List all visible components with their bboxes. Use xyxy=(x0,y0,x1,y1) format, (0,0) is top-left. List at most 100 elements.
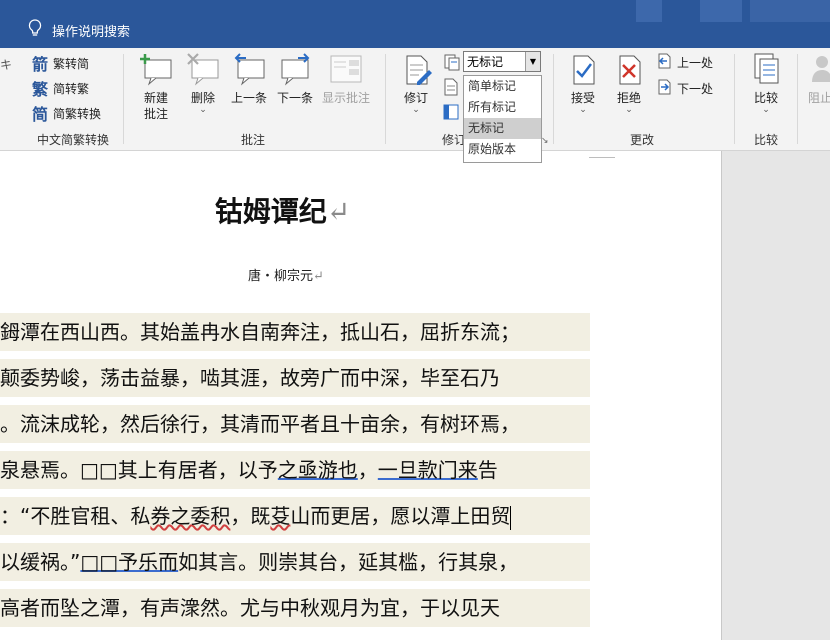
previous-comment-icon xyxy=(232,52,266,86)
block-authors-label: 阻止 xyxy=(808,91,830,105)
track-changes-button[interactable]: 修订 ⌄ xyxy=(396,52,436,115)
document-title[interactable]: 钴姆谭纪↵ xyxy=(0,190,565,230)
markup-option-original[interactable]: 原始版本 xyxy=(464,139,541,160)
paragraph-mark-icon: ↵ xyxy=(313,269,324,284)
show-comments-icon xyxy=(329,52,363,86)
accept-change-button[interactable]: 接受 ⌄ xyxy=(563,52,603,115)
body-text: 告 xyxy=(477,458,498,482)
document-author-text: 唐・柳宗元 xyxy=(248,269,314,284)
body-text: 如其言。则崇其台，延其槛，行其泉， xyxy=(178,550,519,574)
trad-to-simp-label: 繁转简 xyxy=(53,56,90,71)
accept-icon xyxy=(566,52,600,86)
previous-change-button[interactable]: 上一处 xyxy=(656,52,713,72)
next-change-icon xyxy=(656,79,672,98)
body-line[interactable]: 高者而坠之潭，有声潨然。尤与中秋观月为宜，于以见天 xyxy=(0,589,590,627)
tracked-insertion: □□予乐而 xyxy=(80,550,179,574)
body-line[interactable]: 以缓祸。”□□予乐而如其言。则崇其台，延其槛，行其泉， xyxy=(0,543,590,581)
body-text: 颠委势峻，荡击益暴，啮其涯，故旁广而中深，毕至石乃 xyxy=(0,366,500,390)
chevron-down-icon: ⌄ xyxy=(625,105,633,115)
body-text: 以缓祸。” xyxy=(0,550,81,574)
reject-change-button[interactable]: 拒绝 ⌄ xyxy=(609,52,649,115)
title-bar: 操作说明搜索 xyxy=(0,0,830,48)
previous-change-icon xyxy=(656,53,672,72)
paragraph-mark-icon: ↵ xyxy=(326,195,351,228)
previous-comment-button[interactable]: 上一条 xyxy=(227,52,271,106)
delete-comment-icon xyxy=(186,52,220,86)
body-text: ， xyxy=(357,458,378,482)
delete-comment-button[interactable]: 删除 ⌄ xyxy=(183,52,223,115)
track-changes-label: 修订 xyxy=(403,91,428,105)
person-icon xyxy=(806,52,830,86)
next-comment-icon xyxy=(278,52,312,86)
trad-to-simp-button[interactable]: 箭 繁转简 xyxy=(32,53,90,74)
document-author[interactable]: 唐・柳宗元↵ xyxy=(0,265,572,284)
body-line[interactable]: ：“不胜官租、私券之委积，既芟山而更居，愿以潭上田贸 xyxy=(0,497,590,535)
markup-options-list: 简单标记 所有标记 无标记 原始版本 xyxy=(463,75,542,163)
title-decoration xyxy=(700,0,742,22)
document-title-text: 钴姆谭纪 xyxy=(214,195,327,228)
tracked-insertion: 之亟游也 xyxy=(277,458,358,482)
track-changes-icon xyxy=(399,52,433,86)
dialog-launcher-icon[interactable]: ↘ xyxy=(541,136,549,146)
tell-me-search[interactable]: 操作说明搜索 xyxy=(28,19,131,40)
group-label-comments: 批注 xyxy=(240,133,265,147)
next-comment-button[interactable]: 下一条 xyxy=(273,52,317,106)
body-text: 高者而坠之潭，有声潨然。尤与中秋观月为宜，于以见天 xyxy=(0,596,500,620)
body-text: 。流沫成轮，然后徐行，其清而平者且十亩余，有树环焉， xyxy=(0,412,520,436)
next-comment-label: 下一条 xyxy=(276,91,313,105)
body-line[interactable]: 泉悬焉。□□其上有居者，以予之亟游也，一旦款门来告 xyxy=(0,451,590,489)
markup-display-select[interactable]: 无标记 ▼ xyxy=(463,51,541,72)
body-text: 泉悬焉。□□其上有居者，以予 xyxy=(0,458,278,482)
body-line[interactable]: 。流沫成轮，然后徐行，其清而平者且十亩余，有树环焉， xyxy=(0,405,590,443)
delete-comment-label: 删除 xyxy=(190,91,215,105)
body-text: ，既 xyxy=(230,504,271,528)
compare-button[interactable]: 比较 ⌄ xyxy=(746,52,786,115)
group-separator xyxy=(797,54,798,144)
previous-comment-label: 上一条 xyxy=(230,91,267,105)
markup-option-none[interactable]: 无标记 xyxy=(464,118,541,139)
markup-option-simple[interactable]: 简单标记 xyxy=(464,76,541,97)
ribbon: キ 箭 繁转简 繁 简转繁 简 简繁转换 中文简繁转换 新建 批注 删除 ⌄ 上… xyxy=(0,48,830,151)
group-separator xyxy=(385,54,386,144)
simp-trad-convert-button[interactable]: 简 简繁转换 xyxy=(32,103,101,124)
new-comment-label-2: 批注 xyxy=(143,107,168,121)
new-comment-button[interactable]: 新建 批注 xyxy=(134,52,178,122)
chevron-down-icon: ⌄ xyxy=(579,105,587,115)
compare-label: 比较 xyxy=(753,91,778,105)
body-line[interactable]: 鉧潭在西山西。其始盖冉水自南奔注，抵山石，屈折东流； xyxy=(0,313,590,351)
simp-to-trad-button[interactable]: 繁 简转繁 xyxy=(32,78,90,99)
simp-trad-convert-icon: 简 xyxy=(32,105,49,124)
show-markup-icon[interactable] xyxy=(443,78,459,100)
show-comments-button[interactable]: 显示批注 xyxy=(318,52,374,106)
previous-change-label: 上一处 xyxy=(677,55,714,70)
search-label: 操作说明搜索 xyxy=(52,24,131,40)
title-decoration xyxy=(750,0,830,22)
chevron-down-icon: ⌄ xyxy=(762,105,770,115)
body-text: 山而更居，愿以潭上田贸 xyxy=(290,504,511,528)
trad-to-simp-icon: 箭 xyxy=(32,55,49,74)
dropdown-arrow-icon[interactable]: ▼ xyxy=(525,52,540,71)
title-decoration xyxy=(636,0,662,22)
reviewing-pane-icon[interactable] xyxy=(443,104,459,124)
group-label-chinese-conversion: 中文简繁转换 xyxy=(36,133,109,147)
chevron-down-icon: ⌄ xyxy=(412,105,420,115)
spelling-error: 芟 xyxy=(270,504,291,528)
show-comments-label: 显示批注 xyxy=(321,91,370,105)
body-line[interactable]: 颠委势峻，荡击益暴，啮其涯，故旁广而中深，毕至石乃 xyxy=(0,359,590,397)
simp-to-trad-label: 简转繁 xyxy=(53,81,90,96)
new-comment-label-1: 新建 xyxy=(143,91,168,105)
margin-mark xyxy=(589,157,615,158)
compare-icon xyxy=(749,52,783,86)
next-change-label: 下一处 xyxy=(677,81,714,96)
block-authors-button[interactable]: 阻止 xyxy=(806,52,830,106)
body-text: 鉧潭在西山西。其始盖冉水自南奔注，抵山石，屈折东流； xyxy=(0,320,520,344)
display-for-review-icon xyxy=(443,53,461,75)
next-change-button[interactable]: 下一处 xyxy=(656,78,713,98)
markup-option-all[interactable]: 所有标记 xyxy=(464,97,541,118)
reject-label: 拒绝 xyxy=(616,91,641,105)
new-comment-icon xyxy=(139,52,173,86)
text-cursor xyxy=(510,505,512,530)
group-label-changes: 更改 xyxy=(629,133,654,147)
tracked-insertion: 一旦款门来 xyxy=(377,458,478,482)
group-separator xyxy=(734,54,735,144)
